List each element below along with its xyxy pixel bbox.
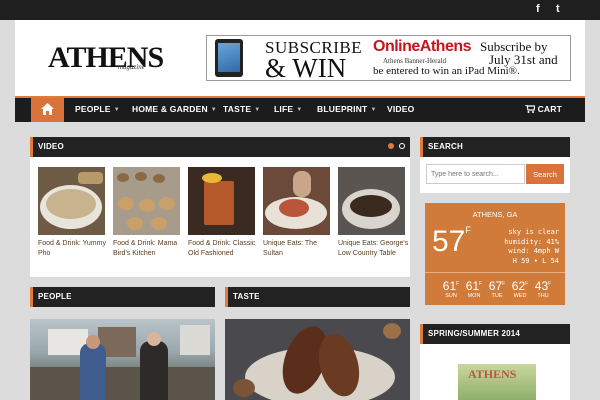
- people-feature-image[interactable]: [30, 319, 215, 400]
- search-panel-title: SEARCH: [428, 142, 463, 151]
- nav-item-life[interactable]: LIFE ▼: [274, 104, 302, 114]
- nav-home-button[interactable]: [31, 98, 64, 122]
- search-panel-header: SEARCH: [420, 137, 570, 157]
- video-item-label[interactable]: Unique Eats: The Sultan: [263, 239, 335, 258]
- video-item-label[interactable]: Food & Drink: Classic Old Fashioned: [188, 239, 260, 258]
- logo-text: ATHENS: [48, 41, 164, 74]
- search-input[interactable]: [426, 164, 525, 184]
- video-panel-header: VIDEO: [30, 137, 410, 157]
- ad-brand: OnlineAthens: [373, 38, 472, 55]
- chevron-down-icon: ▼: [296, 107, 303, 113]
- video-thumbnail[interactable]: [338, 167, 405, 235]
- nav-item-home-garden[interactable]: HOME & GARDEN ▼: [132, 104, 217, 114]
- top-bar: f t: [0, 0, 600, 20]
- chevron-down-icon: ▼: [113, 107, 120, 113]
- main-nav: PEOPLE ▼ HOME & GARDEN ▼ TASTE ▼ LIFE ▼ BLUE…: [15, 96, 585, 122]
- magazine-cover-logo: ATHENS: [468, 367, 517, 381]
- video-thumbnail[interactable]: [38, 167, 105, 235]
- ad-win-text: & WIN: [265, 53, 347, 81]
- taste-section-title: TASTE: [233, 292, 260, 301]
- chevron-down-icon: ▼: [370, 107, 377, 113]
- forecast-day: 43F THU: [534, 279, 552, 299]
- video-panel-title: VIDEO: [38, 142, 64, 151]
- nav-item-people[interactable]: PEOPLE ▼: [75, 104, 120, 114]
- slider-dot[interactable]: [399, 143, 405, 149]
- logo-subtext: magazine: [118, 63, 145, 71]
- facebook-icon[interactable]: f: [536, 3, 540, 15]
- twitter-icon[interactable]: t: [556, 3, 560, 15]
- forecast-day: 62F WED: [511, 279, 529, 299]
- ipad-image: [215, 39, 243, 77]
- spring-summer-header: SPRING/SUMMER 2014: [420, 324, 570, 344]
- spring-summer-panel: SPRING/SUMMER 2014 ATHENS: [420, 324, 570, 400]
- nav-item-blueprint[interactable]: BLUEPRINT ▼: [317, 104, 377, 114]
- weather-city: ATHENS, GA: [472, 210, 518, 219]
- taste-feature-image[interactable]: [225, 319, 410, 400]
- video-item-label[interactable]: Food & Drink: Yummy Pho: [38, 239, 110, 258]
- nav-item-taste[interactable]: TASTE ▼: [223, 104, 260, 114]
- search-button[interactable]: Search: [526, 164, 564, 184]
- video-thumbnail[interactable]: [188, 167, 255, 235]
- cart-icon: [525, 104, 536, 113]
- forecast-day: 61F MON: [465, 279, 483, 299]
- spring-summer-title: SPRING/SUMMER 2014: [428, 329, 521, 338]
- nav-item-video[interactable]: VIDEO: [387, 104, 414, 114]
- video-item-label[interactable]: Unique Eats: George's Low Country Table: [338, 239, 410, 258]
- cart-link[interactable]: CART: [525, 104, 562, 114]
- slider-dot-active[interactable]: [388, 143, 394, 149]
- people-section-header[interactable]: PEOPLE: [30, 287, 215, 307]
- taste-section-header[interactable]: TASTE: [225, 287, 410, 307]
- video-thumbnail[interactable]: [113, 167, 180, 235]
- people-section-title: PEOPLE: [38, 292, 72, 301]
- forecast-day: 61F SUN: [442, 279, 460, 299]
- weather-temp: 57F: [432, 225, 471, 258]
- ad-line2: July 31st and: [489, 52, 558, 67]
- chevron-down-icon: ▼: [254, 107, 261, 113]
- video-thumbnail[interactable]: [263, 167, 330, 235]
- magazine-cover-image[interactable]: ATHENS: [458, 364, 536, 400]
- video-panel: VIDEO Food & Drink: Yummy Pho Food & Dri…: [30, 137, 410, 277]
- forecast-day: 67F TUE: [488, 279, 506, 299]
- ad-brand-sub: Athens Banner-Herald: [383, 57, 447, 65]
- weather-widget: ATHENS, GA 57F sky is clear humidity: 41…: [425, 203, 565, 305]
- weather-details: sky is clear humidity: 41% wind: 4mph W …: [504, 228, 559, 265]
- video-item-label[interactable]: Food & Drink: Mama Bird's Kitchen: [113, 239, 185, 258]
- chevron-down-icon: ▼: [210, 107, 217, 113]
- home-icon: [41, 103, 54, 115]
- search-panel: SEARCH Search: [420, 137, 570, 193]
- subscribe-ad-banner[interactable]: SUBSCRIBE & WIN OnlineAthens Athens Bann…: [206, 35, 571, 81]
